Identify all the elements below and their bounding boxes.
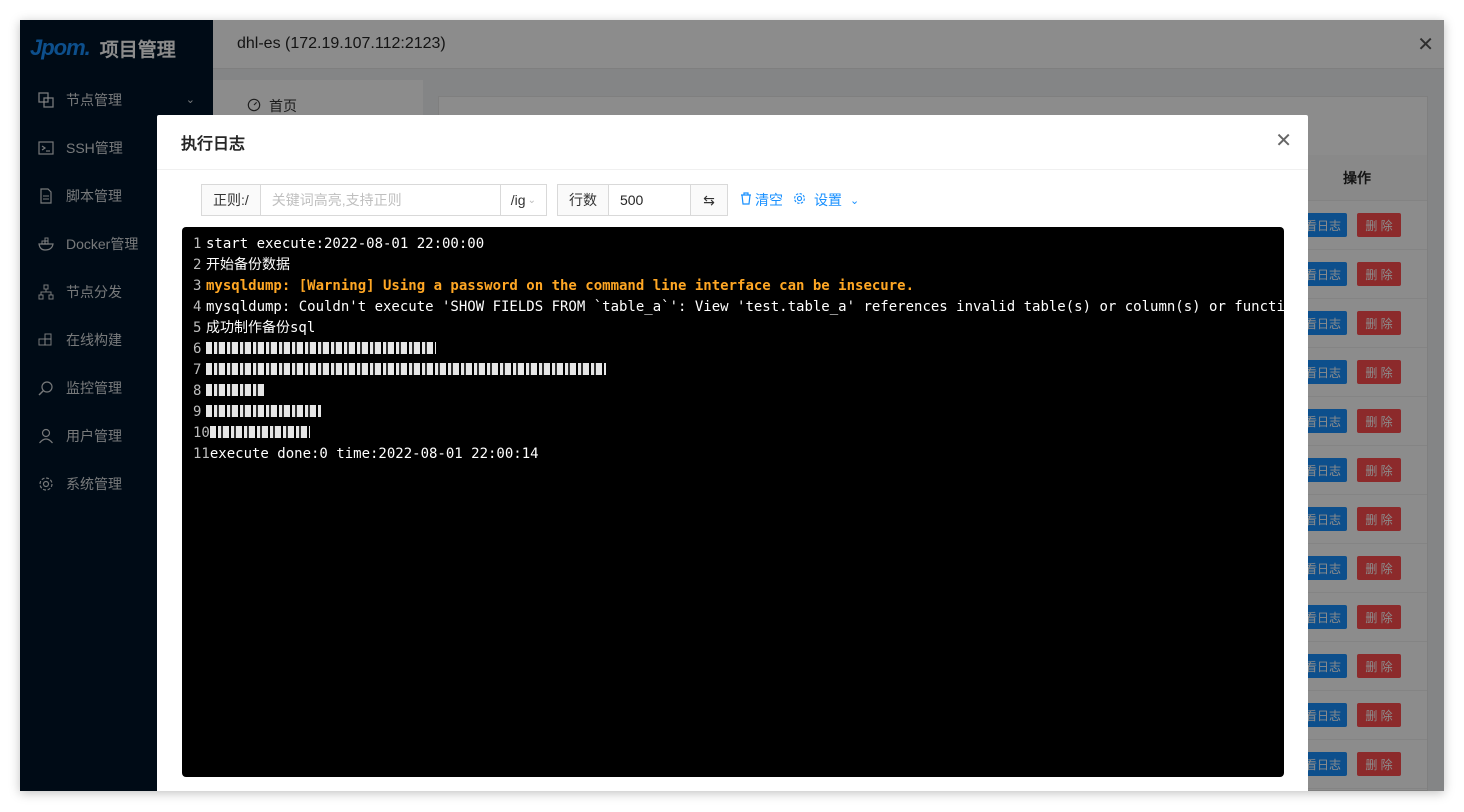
log-line: 1 start execute:2022-08-01 22:00:00 bbox=[193, 234, 1284, 255]
log-text: 开始备份数据 bbox=[206, 257, 290, 273]
log-line: 6 bbox=[193, 339, 1284, 360]
line-number: 8 bbox=[193, 383, 202, 399]
log-line: 2 开始备份数据 bbox=[193, 255, 1284, 276]
redacted-text bbox=[209, 426, 310, 438]
log-line: 7 bbox=[193, 360, 1284, 381]
line-number: 6 bbox=[193, 341, 202, 357]
gear-icon bbox=[793, 192, 806, 208]
line-number: 11 bbox=[193, 446, 210, 462]
settings-label: 设置 bbox=[813, 192, 842, 208]
delete-icon bbox=[740, 192, 752, 208]
log-line: 4 mysqldump: Couldn't execute 'SHOW FIELD… bbox=[193, 297, 1284, 318]
log-line: 11execute done:0 time:2022-08-01 22:00:1… bbox=[193, 444, 1284, 465]
log-line: 10 bbox=[193, 423, 1284, 444]
log-text: execute done:0 time:2022-08-01 22:00:14 bbox=[209, 446, 539, 462]
rows-label: 行数 bbox=[556, 184, 609, 216]
search-input[interactable]: 关键词高亮,支持正则 bbox=[260, 184, 501, 216]
line-number: 4 bbox=[193, 299, 202, 315]
log-line: 3 mysqldump: [Warning] Using a password o… bbox=[193, 276, 1284, 297]
chevron-down-icon: ⌄ bbox=[849, 194, 860, 207]
swap-icon[interactable]: ⇆ bbox=[690, 184, 728, 216]
line-number: 9 bbox=[193, 404, 202, 420]
regex-label: 正则:/ bbox=[201, 184, 261, 216]
line-number: 1 bbox=[193, 236, 202, 252]
log-text: start execute:2022-08-01 22:00:00 bbox=[206, 236, 485, 252]
rows-input[interactable]: 500 bbox=[608, 184, 691, 216]
log-toolbar: 正则:/ 关键词高亮,支持正则 /ig ⌄ 行数 500 ⇆ 清空 设置 ⌄ bbox=[201, 184, 859, 216]
flags-value: /ig bbox=[510, 192, 526, 208]
line-number: 2 bbox=[193, 257, 202, 273]
execution-log-modal: 执行日志 ✕ 正则:/ 关键词高亮,支持正则 /ig ⌄ 行数 500 ⇆ 清空 bbox=[157, 115, 1308, 791]
log-line: 8 bbox=[193, 381, 1284, 402]
log-text: 成功制作备份sql bbox=[206, 320, 316, 336]
log-line: 5 成功制作备份sql bbox=[193, 318, 1284, 339]
log-line: 9 bbox=[193, 402, 1284, 423]
redacted-text bbox=[206, 363, 606, 375]
redacted-text bbox=[206, 384, 266, 396]
app-window: Jpom. 项目管理 节点管理 ⌄ SSH管理 脚本管理 Docker管理 节点… bbox=[20, 20, 1444, 791]
log-text: mysqldump: Couldn't execute 'SHOW FIELDS… bbox=[206, 299, 1284, 315]
clear-button[interactable]: 清空 bbox=[740, 190, 783, 210]
line-number: 7 bbox=[193, 362, 202, 378]
redacted-text bbox=[206, 342, 436, 354]
flags-select[interactable]: /ig ⌄ bbox=[500, 184, 547, 216]
settings-dropdown[interactable]: 设置 ⌄ bbox=[793, 190, 859, 210]
modal-title: 执行日志 bbox=[181, 136, 246, 153]
line-number: 3 bbox=[193, 278, 202, 294]
line-number: 5 bbox=[193, 320, 202, 336]
redacted-text bbox=[206, 405, 321, 417]
close-icon[interactable]: ✕ bbox=[1275, 131, 1292, 151]
modal-header: 执行日志 bbox=[157, 115, 1308, 170]
chevron-down-icon: ⌄ bbox=[527, 194, 536, 206]
log-text: mysqldump: [Warning] Using a password on… bbox=[206, 278, 915, 294]
line-number: 10 bbox=[193, 425, 210, 441]
clear-label: 清空 bbox=[754, 192, 783, 208]
log-terminal[interactable]: 1 start execute:2022-08-01 22:00:00 2 开始备份数… bbox=[182, 227, 1284, 777]
